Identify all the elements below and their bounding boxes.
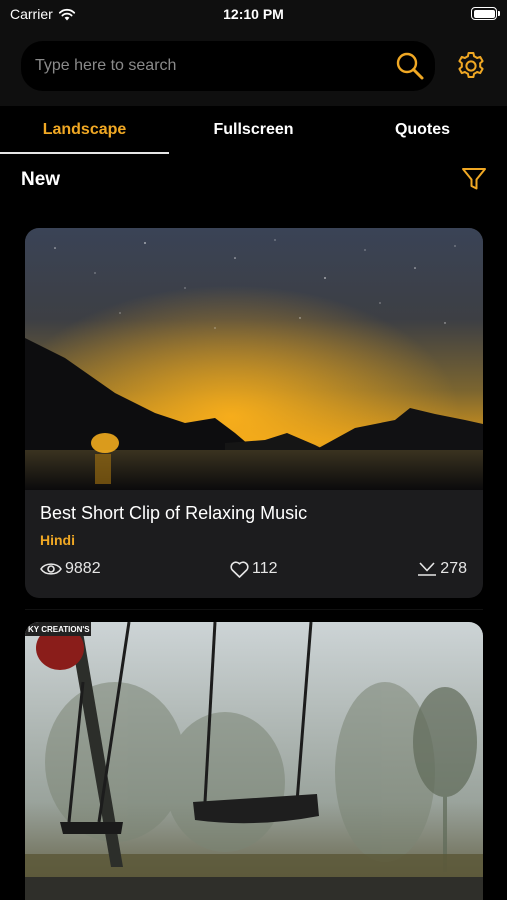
search-input[interactable] — [35, 41, 375, 91]
filter-icon — [462, 168, 486, 190]
download-icon — [418, 562, 437, 576]
video-language: Hindi — [40, 532, 75, 548]
search-header — [0, 28, 507, 106]
filter-button[interactable] — [461, 166, 487, 192]
card-divider — [25, 609, 483, 610]
search-icon — [396, 52, 424, 80]
video-title: Best Short Clip of Relaxing Music — [40, 503, 308, 523]
likes-value: 112 — [252, 560, 278, 577]
status-bar: Carrier 12:10 PM — [0, 0, 507, 28]
video-card[interactable]: Best Short Clip of Relaxing Music Hindi … — [25, 228, 483, 598]
search-button[interactable] — [395, 51, 425, 81]
likes-button[interactable]: 112 — [230, 560, 278, 578]
section-title: New — [21, 169, 61, 190]
category-tabs: Landscape Fullscreen Quotes — [0, 106, 507, 156]
heart-icon — [230, 560, 249, 578]
video-thumbnail[interactable] — [25, 228, 483, 490]
search-bar — [21, 41, 435, 91]
active-tab-indicator — [0, 152, 169, 154]
gear-icon — [458, 52, 484, 78]
settings-button[interactable] — [455, 50, 487, 82]
eye-icon — [40, 563, 62, 575]
tab-landscape[interactable]: Landscape — [0, 106, 169, 156]
tab-fullscreen[interactable]: Fullscreen — [169, 106, 338, 156]
video-card[interactable]: KY CREATION'S — [25, 622, 483, 900]
status-time: 12:10 PM — [223, 6, 284, 22]
foggy-swing-image: KY CREATION'S — [25, 622, 483, 900]
downloads-value: 278 — [440, 560, 467, 577]
views-count: 9882 — [40, 560, 101, 578]
battery-icon — [471, 7, 500, 20]
watermark-text: KY CREATION'S — [28, 625, 90, 634]
night-lake-image — [25, 228, 483, 490]
video-thumbnail[interactable]: KY CREATION'S — [25, 622, 483, 900]
tab-quotes[interactable]: Quotes — [338, 106, 507, 156]
views-value: 9882 — [65, 560, 101, 577]
download-button[interactable]: 278 — [417, 560, 467, 578]
